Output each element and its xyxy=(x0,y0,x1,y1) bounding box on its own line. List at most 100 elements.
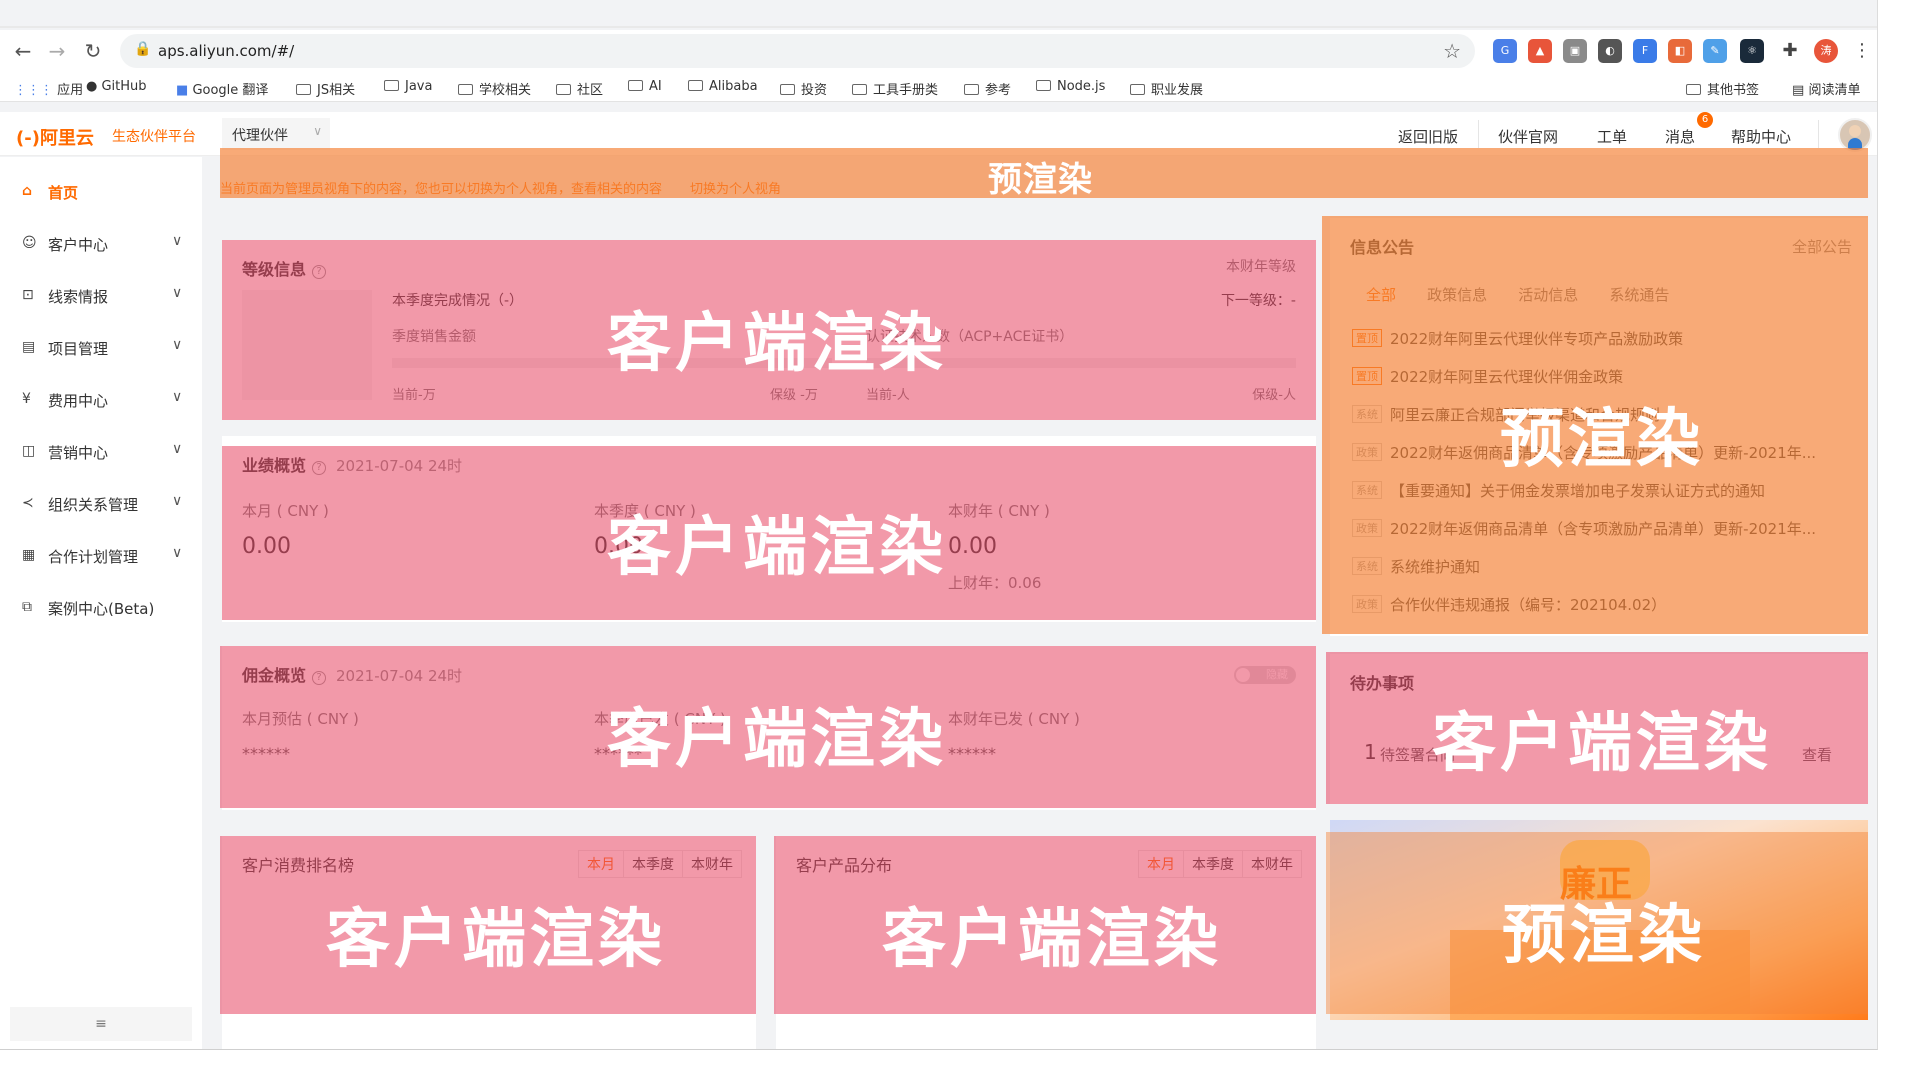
card-title-text: 佣金概览 xyxy=(242,666,307,685)
profile-icon[interactable]: 涛 xyxy=(1814,39,1838,63)
period-quarter[interactable]: 本季度 xyxy=(1183,851,1242,877)
announcement-item[interactable]: 置顶 2022财年阿里云代理伙伴佣金政策 xyxy=(1352,366,1862,390)
sidebar-item-label: 案例中心(Beta) xyxy=(48,600,155,618)
performance-title: 业绩概览? 2021-07-04 24时 xyxy=(242,452,462,476)
tab-policy[interactable]: 政策信息 xyxy=(1427,286,1487,304)
switch-personal-view-link[interactable]: 切换为个人视角 xyxy=(690,182,781,197)
all-announcements-link[interactable]: 全部公告 xyxy=(1792,236,1852,257)
help-icon[interactable]: ? xyxy=(312,265,327,279)
customer-ranking-card: 客户消费排名榜 本月 本季度 本财年 xyxy=(222,836,756,1049)
extension-icon[interactable]: ▲ xyxy=(1528,39,1552,63)
bookmark-folder[interactable]: 工具手册类 xyxy=(852,79,939,98)
sidebar-item-home[interactable]: ⌂ 首页 xyxy=(0,171,202,211)
integrity-banner[interactable]: 廉正 xyxy=(1330,820,1868,1020)
bookmark-github[interactable]: ● GitHub xyxy=(86,79,147,97)
bookmark-other[interactable]: 其他书签 xyxy=(1686,79,1759,98)
bookmark-star-icon[interactable]: ☆ xyxy=(1443,39,1461,63)
back-icon[interactable]: ← xyxy=(10,38,36,64)
bookmark-google-translate[interactable]: ■ Google 翻译 xyxy=(176,79,268,98)
user-avatar[interactable] xyxy=(1838,118,1872,152)
sidebar-item-projects[interactable]: ▤ 项目管理 ∨ xyxy=(0,327,202,367)
bookmark-label: Java xyxy=(405,79,433,94)
sidebar-item-leads[interactable]: ⊡ 线索情报 ∨ xyxy=(0,275,202,315)
quarter-paid-value: ****** xyxy=(594,744,642,763)
period-month[interactable]: 本月 xyxy=(579,851,623,877)
sidebar-item-label: 费用中心 xyxy=(48,392,109,410)
bookmark-folder[interactable]: 参考 xyxy=(964,79,1012,98)
extension-icon[interactable]: ✎ xyxy=(1703,39,1727,63)
announcement-item[interactable]: 系统 阿里云廉正合规部门举报渠道和合规规则 xyxy=(1352,404,1862,428)
folder-icon xyxy=(1130,84,1145,95)
bookmark-folder[interactable]: 学校相关 xyxy=(458,79,531,98)
menu-icon[interactable]: ⋮ xyxy=(1850,39,1874,63)
nav-help-center[interactable]: 帮助中心 xyxy=(1731,126,1791,147)
aliyun-logo[interactable]: (-)阿里云 xyxy=(16,124,94,150)
role-select[interactable]: 代理伙伴 ∨ xyxy=(222,118,330,150)
bookmark-apps[interactable]: ⋮⋮⋮ 应用 xyxy=(14,79,84,98)
sidebar-item-org[interactable]: ≺ 组织关系管理 ∨ xyxy=(0,483,202,523)
bookmark-label: 应用 xyxy=(57,83,84,98)
announcement-tag: 系统 xyxy=(1352,557,1382,575)
nav-ticket[interactable]: 工单 xyxy=(1597,126,1627,147)
period-fiscal-year[interactable]: 本财年 xyxy=(682,851,741,877)
extension-icon[interactable]: ◐ xyxy=(1598,39,1622,63)
announcement-item[interactable]: 系统 系统维护通知 xyxy=(1352,556,1862,580)
month-value: 0.00 xyxy=(242,534,291,559)
card-title-text: 等级信息 xyxy=(242,260,307,279)
bookmark-folder[interactable]: 职业发展 xyxy=(1130,79,1203,98)
nav-partner-site[interactable]: 伙伴官网 xyxy=(1498,126,1558,147)
forward-icon[interactable]: → xyxy=(44,38,70,64)
announcement-item[interactable]: 系统 【重要通知】关于佣金发票增加电子发票认证方式的通知 xyxy=(1352,480,1862,504)
nav-messages[interactable]: 消息 xyxy=(1665,126,1695,147)
quarter-value: 0.00 xyxy=(594,534,643,559)
period-fiscal-year[interactable]: 本财年 xyxy=(1242,851,1301,877)
extension-icon[interactable]: ▣ xyxy=(1563,39,1587,63)
bookmark-folder[interactable]: AI xyxy=(628,79,662,97)
last-fiscal-year: 上财年：0.06 xyxy=(948,574,1042,592)
bookmark-reading-list[interactable]: ▤ 阅读清单 xyxy=(1792,79,1860,98)
announcement-item[interactable]: 置顶 2022财年阿里云代理伙伴专项产品激励政策 xyxy=(1352,328,1862,352)
announcement-item[interactable]: 政策 合作伙伴违规通报（编号：202104.02） xyxy=(1352,594,1862,618)
bookmark-label: 工具手册类 xyxy=(873,83,939,98)
browser-toolbar: ← → ↻ 🔒 aps.aliyun.com/#/ ☆ G ▲ ▣ ◐ F ◧ … xyxy=(0,30,1877,72)
extension-icon[interactable]: ◧ xyxy=(1668,39,1692,63)
tab-all[interactable]: 全部 xyxy=(1366,286,1396,304)
distribution-title: 客户产品分布 xyxy=(796,856,893,875)
hide-toggle[interactable]: 隐藏 xyxy=(1234,666,1296,684)
sidebar-item-customer[interactable]: ☺ 客户中心 ∨ xyxy=(0,223,202,263)
extension-icon[interactable]: F xyxy=(1633,39,1657,63)
bookmark-folder[interactable]: Alibaba xyxy=(688,79,758,97)
announcement-item[interactable]: 政策 2022财年返佣商品清单（含专项激励产品清单）更新-2021年... xyxy=(1352,518,1862,542)
sidebar-item-marketing[interactable]: ◫ 营销中心 ∨ xyxy=(0,431,202,471)
performance-date: 2021-07-04 24时 xyxy=(336,457,463,475)
admin-view-notice: 当前页面为管理员视角下的内容，您也可以切换为个人视角，查看相关的内容 切换为个人视… xyxy=(220,178,1868,206)
help-icon[interactable]: ? xyxy=(312,671,327,685)
tab-system[interactable]: 系统通告 xyxy=(1609,286,1669,304)
sidebar-item-cases[interactable]: ⧉ 案例中心(Beta) xyxy=(0,587,202,627)
react-devtools-icon[interactable]: ⚛ xyxy=(1740,39,1764,63)
sidebar-item-label: 组织关系管理 xyxy=(48,496,139,514)
bookmark-folder[interactable]: 投资 xyxy=(780,79,827,98)
bookmark-folder[interactable]: 社区 xyxy=(556,79,603,98)
tab-activity[interactable]: 活动信息 xyxy=(1518,286,1578,304)
todo-view-link[interactable]: 查看 xyxy=(1802,744,1832,765)
address-bar[interactable]: 🔒 aps.aliyun.com/#/ ☆ xyxy=(120,34,1475,68)
period-quarter[interactable]: 本季度 xyxy=(623,851,682,877)
puzzle-icon[interactable]: ✚ xyxy=(1778,39,1802,63)
bookmark-label: 参考 xyxy=(985,83,1012,98)
sidebar-item-fees[interactable]: ¥ 费用中心 ∨ xyxy=(0,379,202,419)
bookmark-folder[interactable]: Node.js xyxy=(1036,79,1105,97)
sidebar-collapse-button[interactable]: ≡ xyxy=(10,1007,192,1041)
bookmark-folder[interactable]: Java xyxy=(384,79,432,97)
banner-shape xyxy=(1450,930,1750,1020)
banner-title: 廉正 xyxy=(1560,864,1633,905)
customer-icon: ☺ xyxy=(22,235,37,251)
translate-extension-icon[interactable]: G xyxy=(1493,39,1517,63)
announcement-item[interactable]: 政策 2022财年返佣商品清单（含专项激励产品清单）更新-2021年... xyxy=(1352,442,1862,466)
nav-old-version[interactable]: 返回旧版 xyxy=(1398,126,1458,147)
period-month[interactable]: 本月 xyxy=(1139,851,1183,877)
sidebar-item-plans[interactable]: ▦ 合作计划管理 ∨ xyxy=(0,535,202,575)
reload-icon[interactable]: ↻ xyxy=(80,38,106,64)
bookmark-folder[interactable]: JS相关 xyxy=(296,79,355,98)
help-icon[interactable]: ? xyxy=(312,461,327,475)
